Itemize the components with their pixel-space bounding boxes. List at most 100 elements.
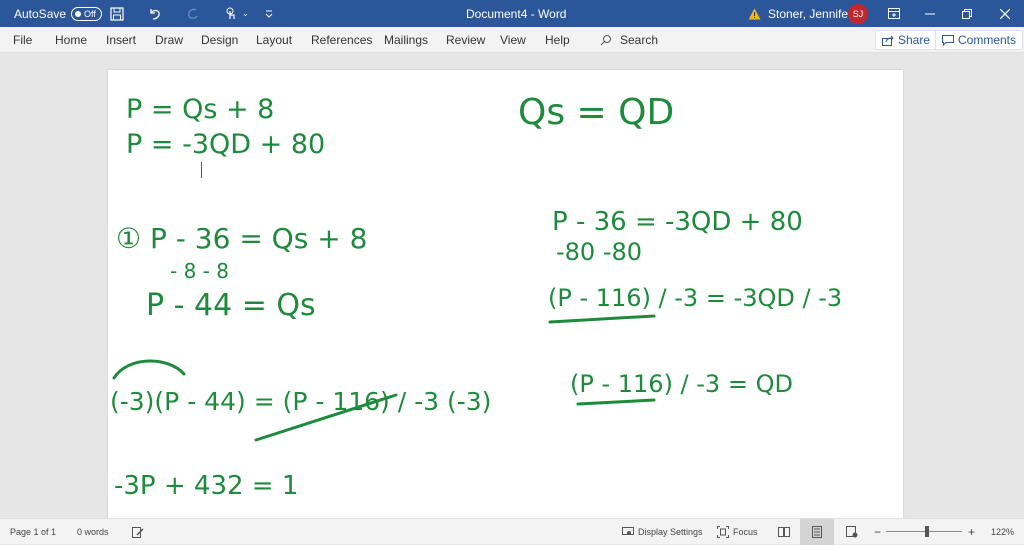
- page-info[interactable]: Page 1 of 1: [10, 519, 56, 545]
- minimize-icon: [925, 13, 935, 14]
- svg-text:P - 44 = Qs: P - 44 = Qs: [146, 288, 316, 323]
- restore-icon: [962, 8, 972, 19]
- ribbon-display-icon: [888, 8, 900, 19]
- search-box[interactable]: Search: [600, 27, 658, 53]
- proofing-icon: [132, 526, 144, 538]
- tab-mailings[interactable]: Mailings: [384, 27, 428, 53]
- word-count[interactable]: 0 words: [77, 519, 109, 545]
- zoom-level[interactable]: 122%: [991, 519, 1014, 545]
- print-layout-button[interactable]: [800, 519, 834, 545]
- search-icon: [600, 35, 611, 46]
- display-settings-button[interactable]: Display Settings: [622, 519, 703, 545]
- comment-icon: [942, 34, 954, 46]
- ink-layer: P = Qs + 8 P = -3QD + 80 ① P - 36 = Qs +…: [110, 92, 842, 501]
- touch-mode-button[interactable]: ⌄: [224, 0, 249, 27]
- share-button[interactable]: Share: [875, 30, 938, 50]
- title-bar: AutoSave Off ⌄ Document4 - Word Stoner, …: [0, 0, 1024, 27]
- zoom-slider-thumb[interactable]: [925, 526, 929, 537]
- read-mode-icon: [778, 527, 790, 537]
- svg-text:(-3)(P - 44) = (P - 116) / -3: (-3)(P - 44) = (P - 116) / -3 (-3): [110, 387, 491, 416]
- ribbon-display-options-button[interactable]: [888, 0, 900, 27]
- close-button[interactable]: [1000, 0, 1010, 27]
- zoom-out-button[interactable]: −: [874, 519, 881, 545]
- save-icon: [110, 6, 124, 21]
- print-layout-icon: [812, 526, 822, 538]
- ink-demand-divide: (P - 116) / -3 = -3QD / -3: [548, 284, 842, 324]
- ink-arc: [112, 359, 186, 380]
- status-bar: Page 1 of 1 0 words Display Settings Foc…: [0, 518, 1024, 545]
- undo-icon: [150, 8, 160, 20]
- autosave[interactable]: AutoSave Off: [14, 0, 103, 27]
- svg-text:Qs = QD: Qs = QD: [518, 92, 674, 133]
- ink-demand-result: (P - 116) / -3 = QD: [570, 370, 793, 406]
- document-title: Document4 - Word: [466, 6, 567, 21]
- document-page[interactable]: P = Qs + 8 P = -3QD + 80 ① P - 36 = Qs +…: [108, 70, 903, 530]
- ink-equilibrium: Qs = QD: [518, 92, 674, 133]
- close-icon: [1000, 8, 1010, 19]
- proofing-button[interactable]: [132, 519, 144, 545]
- document-canvas[interactable]: P = Qs + 8 P = -3QD + 80 ① P - 36 = Qs +…: [0, 54, 1024, 530]
- share-icon: [882, 35, 894, 46]
- svg-text:P = -3QD + 80: P = -3QD + 80: [126, 129, 325, 160]
- avatar: SJ: [848, 3, 868, 24]
- user-avatar[interactable]: SJ: [848, 0, 868, 27]
- tab-design[interactable]: Design: [201, 27, 238, 53]
- comments-label: Comments: [958, 33, 1017, 47]
- warning-button[interactable]: [748, 0, 761, 27]
- focus-label: Focus: [733, 527, 758, 537]
- ink-equation-demand: P = -3QD + 80: [126, 129, 325, 160]
- share-label: Share: [898, 33, 931, 47]
- web-layout-button[interactable]: [846, 519, 858, 545]
- ink-fraction-bar: [576, 398, 656, 406]
- touch-mode-icon: [226, 7, 235, 19]
- svg-text:P = Qs + 8: P = Qs + 8: [126, 94, 274, 125]
- customize-toolbar-button[interactable]: [264, 0, 274, 27]
- svg-text:-80 -80: -80 -80: [556, 238, 642, 266]
- tab-view[interactable]: View: [500, 27, 526, 53]
- tab-review[interactable]: Review: [446, 27, 485, 53]
- svg-text:- 8 - 8: - 8 - 8: [170, 259, 229, 283]
- save-button[interactable]: [110, 0, 124, 27]
- tab-help[interactable]: Help: [545, 27, 570, 53]
- ink-fraction-bar: [548, 314, 656, 324]
- customize-toolbar-icon: [265, 10, 273, 18]
- focus-button[interactable]: Focus: [717, 519, 758, 545]
- ink-demand-substitution: P - 36 = -3QD + 80: [552, 207, 803, 237]
- autosave-toggle[interactable]: Off: [71, 6, 103, 21]
- zoom-in-button[interactable]: +: [968, 519, 975, 545]
- svg-text:P - 36 = -3QD + 80: P - 36 = -3QD + 80: [552, 207, 803, 237]
- ink-step1-line: ① P - 36 = Qs + 8: [116, 222, 367, 255]
- tab-layout[interactable]: Layout: [256, 27, 292, 53]
- warning-icon: [748, 8, 761, 19]
- ink-demand-subtract: -80 -80: [556, 238, 642, 266]
- undo-button[interactable]: [148, 0, 162, 27]
- redo-button[interactable]: [186, 0, 200, 27]
- tab-insert[interactable]: Insert: [106, 27, 136, 53]
- tab-home[interactable]: Home: [55, 27, 87, 53]
- restore-button[interactable]: [962, 0, 972, 27]
- comments-button[interactable]: Comments: [935, 30, 1024, 50]
- minimize-button[interactable]: [925, 0, 935, 27]
- autosave-label: AutoSave: [14, 6, 67, 21]
- ink-step1-subtract: - 8 - 8: [170, 259, 229, 283]
- tab-references[interactable]: References: [311, 27, 372, 53]
- svg-text:① P - 36 = Qs + 8: ① P - 36 = Qs + 8: [116, 222, 367, 255]
- tab-draw[interactable]: Draw: [155, 27, 183, 53]
- ink-step1-result: P - 44 = Qs: [146, 288, 316, 323]
- display-settings-label: Display Settings: [638, 527, 703, 537]
- ink-substitution: (-3)(P - 44) = (P - 116) / -3 (-3): [110, 359, 491, 442]
- redo-icon: [188, 8, 198, 19]
- zoom-slider[interactable]: [886, 531, 962, 532]
- text-cursor: [201, 162, 202, 178]
- chevron-down-icon: ⌄: [242, 9, 249, 18]
- tab-file[interactable]: File: [13, 27, 32, 53]
- ink-result-line: -3P + 432 = 1: [114, 471, 298, 501]
- focus-icon: [717, 526, 729, 538]
- display-settings-icon: [622, 527, 634, 535]
- svg-text:(P - 116) / -3 = QD: (P - 116) / -3 = QD: [570, 370, 793, 398]
- web-layout-icon: [846, 526, 858, 538]
- read-mode-button[interactable]: [778, 519, 790, 545]
- ink-equation-supply: P = Qs + 8: [126, 94, 274, 125]
- svg-text:(P - 116) / -3 = -3QD / -3: (P - 116) / -3 = -3QD / -3: [548, 284, 842, 312]
- search-label: Search: [620, 33, 659, 47]
